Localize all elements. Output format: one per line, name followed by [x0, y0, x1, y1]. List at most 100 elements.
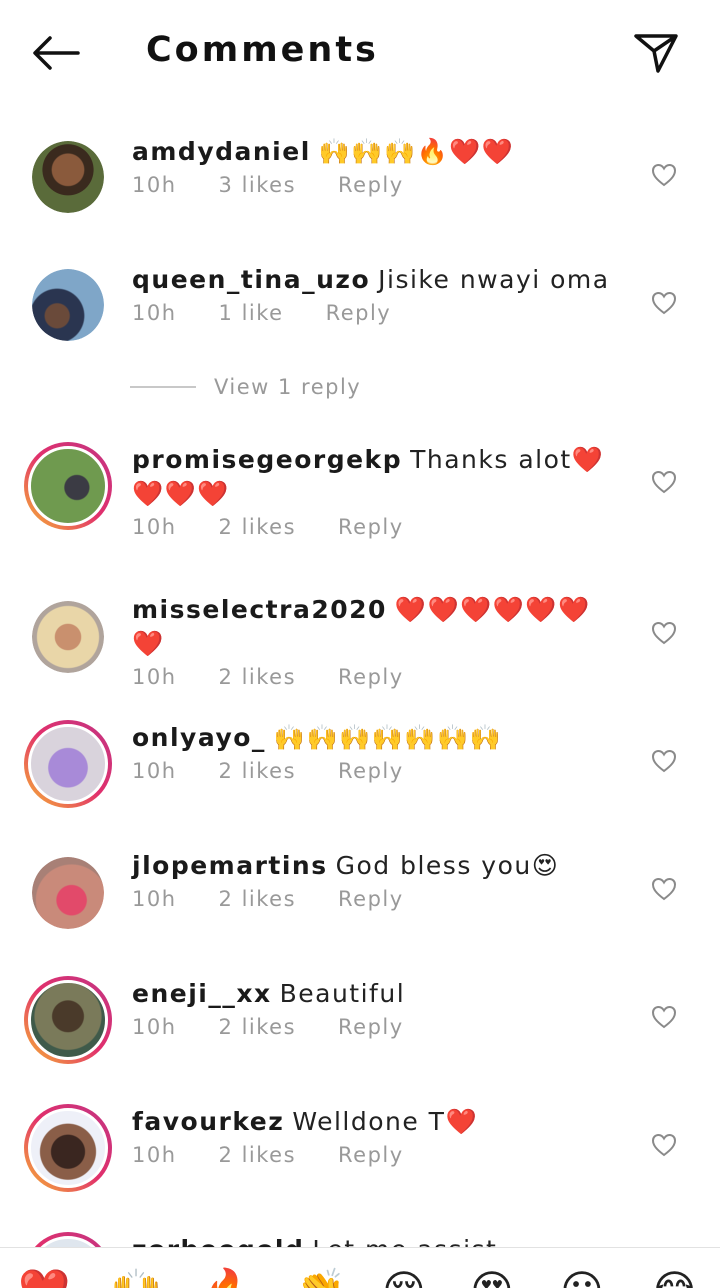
comment-text: 🙌🙌🙌🔥❤️❤️ [318, 137, 515, 166]
comment-text-line: favourkez Welldone T❤️ [132, 1105, 612, 1139]
back-button[interactable] [28, 30, 84, 76]
comment-text: Let me assist [312, 1235, 497, 1247]
comment-time: 10h [132, 1015, 177, 1039]
heart-outline-icon [651, 621, 677, 645]
avatar[interactable] [24, 442, 112, 530]
comment-text: 🙌🙌🙌🙌🙌🙌🙌 [273, 723, 503, 752]
reaction-raised-hands-button[interactable]: 🙌 [110, 1270, 162, 1288]
comment-likes[interactable]: 2 likes [219, 887, 296, 911]
comment-username[interactable]: jlopemartins [132, 851, 328, 880]
comment-time: 10h [132, 759, 177, 783]
comment-time: 10h [132, 1143, 177, 1167]
reaction-clap-button[interactable]: 👏 [294, 1270, 346, 1288]
arrow-left-icon [33, 36, 80, 70]
like-comment-button[interactable] [648, 617, 680, 649]
comment-meta: 10h 2 likes Reply [132, 1015, 612, 1039]
share-button[interactable] [628, 28, 684, 78]
comment-meta: 10h 2 likes Reply [132, 1143, 612, 1167]
page-title: Comments [146, 30, 379, 70]
avatar[interactable] [24, 976, 112, 1064]
comment-text-line: queen_tina_uzo Jisike nwayi oma [132, 263, 612, 297]
header-bar: Comments [0, 0, 720, 105]
comments-list[interactable]: amdydaniel 🙌🙌🙌🔥❤️❤️ 10h 3 likes Reply que… [0, 105, 720, 1247]
heart-outline-icon [651, 877, 677, 901]
comment-username[interactable]: amdydaniel [132, 137, 311, 166]
comment-username[interactable]: misselectra2020 [132, 595, 387, 624]
heart-outline-icon [651, 291, 677, 315]
heart-outline-icon [651, 470, 677, 494]
reaction-heart-button[interactable]: ❤️ [18, 1270, 70, 1288]
avatar[interactable] [24, 1104, 112, 1192]
comment-meta: 10h 2 likes Reply [132, 887, 612, 911]
avatar[interactable] [32, 601, 104, 673]
reaction-heart-eyes-button[interactable]: 😍 [470, 1270, 514, 1288]
comment-text-line: onlyayo_ 🙌🙌🙌🙌🙌🙌🙌 [132, 721, 612, 755]
comment-username[interactable]: queen_tina_uzo [132, 265, 370, 294]
comment-time: 10h [132, 515, 177, 539]
view-replies-label: View 1 reply [214, 375, 362, 399]
comment-text-line: misselectra2020 ❤️❤️❤️❤️❤️❤️❤️ [132, 593, 612, 661]
comment-likes[interactable]: 2 likes [219, 759, 296, 783]
divider [130, 386, 196, 388]
like-comment-button[interactable] [648, 873, 680, 905]
comment-text-line: promisegeorgekp Thanks alot❤️❤️❤️❤️ [132, 443, 612, 511]
comment-meta: 10h 2 likes Reply [132, 665, 612, 689]
comment-username[interactable]: promisegeorgekp [132, 445, 402, 474]
reply-button[interactable]: Reply [338, 1143, 404, 1167]
comment-text: Welldone T❤️ [292, 1107, 479, 1136]
comment-time: 10h [132, 173, 177, 197]
comment-text: God bless you😍 [335, 851, 560, 880]
reply-button[interactable]: Reply [338, 173, 404, 197]
comment-username[interactable]: onlyayo_ [132, 723, 266, 752]
comment-likes[interactable]: 2 likes [219, 515, 296, 539]
comment-likes[interactable]: 2 likes [219, 1015, 296, 1039]
comment-likes[interactable]: 3 likes [219, 173, 296, 197]
comment-likes[interactable]: 2 likes [219, 665, 296, 689]
comment-username[interactable]: zorbeegold [132, 1235, 304, 1247]
comment-username[interactable]: favourkez [132, 1107, 284, 1136]
comment-time: 10h [132, 665, 177, 689]
like-comment-button[interactable] [648, 1129, 680, 1161]
like-comment-button[interactable] [648, 466, 680, 498]
quick-reactions-bar: ❤️ 🙌 🔥 👏 😢 😍 😮 😂 [0, 1247, 720, 1288]
comment-meta: 10h 2 likes Reply [132, 759, 612, 783]
comment-username[interactable]: eneji__xx [132, 979, 272, 1008]
send-icon [634, 34, 678, 73]
comment-meta: 10h 3 likes Reply [132, 173, 612, 197]
avatar[interactable] [32, 857, 104, 929]
comment-likes[interactable]: 1 like [219, 301, 284, 325]
reaction-laughing-button[interactable]: 😂 [650, 1270, 699, 1288]
avatar[interactable] [24, 1232, 112, 1247]
view-replies-button[interactable]: View 1 reply [130, 375, 361, 399]
like-comment-button[interactable] [648, 287, 680, 319]
comment-meta: 10h 2 likes Reply [132, 515, 612, 539]
reaction-fire-button[interactable]: 🔥 [202, 1270, 254, 1288]
reaction-crying-button[interactable]: 😢 [382, 1270, 426, 1288]
comment-meta: 10h 1 like Reply [132, 301, 612, 325]
comment-text-line: jlopemartins God bless you😍 [132, 849, 612, 883]
comment-text-line: eneji__xx Beautiful [132, 977, 612, 1011]
reply-button[interactable]: Reply [326, 301, 392, 325]
reply-button[interactable]: Reply [338, 1015, 404, 1039]
heart-outline-icon [651, 163, 677, 187]
comment-time: 10h [132, 301, 177, 325]
comment-text: Beautiful [279, 979, 406, 1008]
avatar[interactable] [32, 269, 104, 341]
heart-outline-icon [651, 749, 677, 773]
reply-button[interactable]: Reply [338, 759, 404, 783]
heart-outline-icon [651, 1005, 677, 1029]
avatar[interactable] [24, 720, 112, 808]
like-comment-button[interactable] [648, 159, 680, 191]
comment-text-line: zorbeegold Let me assist [132, 1233, 612, 1247]
reply-button[interactable]: Reply [338, 515, 404, 539]
avatar[interactable] [32, 141, 104, 213]
reply-button[interactable]: Reply [338, 665, 404, 689]
comment-likes[interactable]: 2 likes [219, 1143, 296, 1167]
comment-time: 10h [132, 887, 177, 911]
like-comment-button[interactable] [648, 1001, 680, 1033]
reaction-surprised-button[interactable]: 😮 [560, 1270, 604, 1288]
like-comment-button[interactable] [648, 745, 680, 777]
comment-text: Jisike nwayi oma [378, 265, 610, 294]
reply-button[interactable]: Reply [338, 887, 404, 911]
comment-text-line: amdydaniel 🙌🙌🙌🔥❤️❤️ [132, 135, 612, 169]
